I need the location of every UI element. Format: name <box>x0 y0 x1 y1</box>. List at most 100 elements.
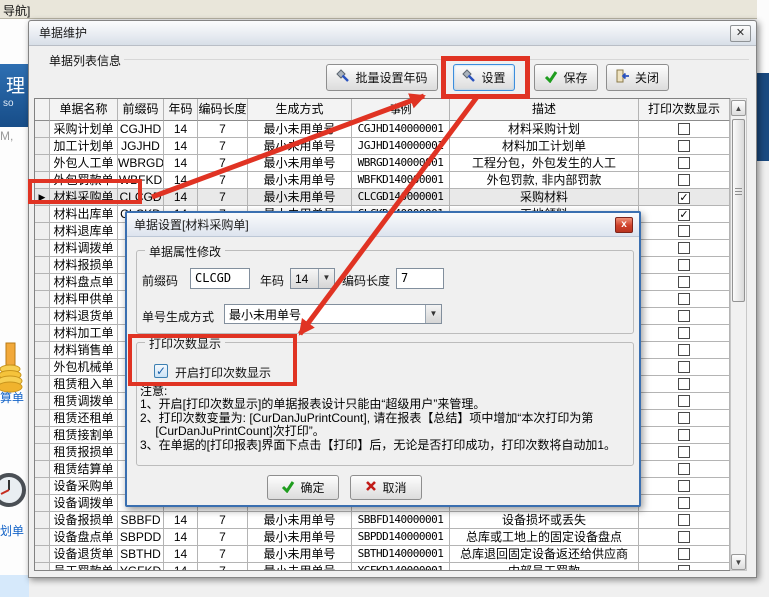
row-print-count-checkbox[interactable] <box>678 123 690 135</box>
row-print-count-checkbox[interactable] <box>678 310 690 322</box>
scroll-up-button[interactable]: ▲ <box>731 100 746 116</box>
table-cell[interactable]: 租赁结算单 <box>50 461 118 478</box>
row-marker-cell[interactable] <box>35 546 50 563</box>
save-button[interactable]: 保存 <box>534 64 598 91</box>
table-cell[interactable]: JGJHD <box>118 138 164 155</box>
table-cell[interactable]: 设备损坏或丢失 <box>450 512 639 529</box>
ok-button[interactable]: 确定 <box>267 475 339 500</box>
table-cell[interactable]: 材料调拨单 <box>50 240 118 257</box>
row-print-count-checkbox[interactable] <box>678 446 690 458</box>
table-cell[interactable]: 最小未用单号 <box>248 512 352 529</box>
row-marker-cell[interactable] <box>35 410 50 427</box>
table-cell[interactable]: 材料加工单 <box>50 325 118 342</box>
table-cell[interactable]: 租赁租入单 <box>50 376 118 393</box>
close-button[interactable]: 关闭 <box>606 64 669 91</box>
table-cell[interactable]: 员工罚款单 <box>50 563 118 571</box>
table-row[interactable]: 外包罚款单WBFKD147最小未用单号WBFKD140000001外包罚款, 非… <box>35 172 730 189</box>
row-print-count-checkbox[interactable] <box>678 412 690 424</box>
table-row[interactable]: 设备报损单SBBFD147最小未用单号SBBFD140000001设备损坏或丢失 <box>35 512 730 529</box>
year-dropdown[interactable]: 14 ▼ <box>290 268 335 289</box>
table-cell[interactable]: CGJHD140000001 <box>352 121 450 138</box>
row-print-count-checkbox[interactable] <box>678 209 690 221</box>
table-cell[interactable]: 采购计划单 <box>50 121 118 138</box>
table-row[interactable]: 外包人工单WBRGD147最小未用单号WBRGD140000001工程分包，外包… <box>35 155 730 172</box>
row-print-count-checkbox[interactable] <box>678 259 690 271</box>
table-cell[interactable]: 材料甲供单 <box>50 291 118 308</box>
row-marker-cell[interactable] <box>35 206 50 223</box>
row-marker-cell[interactable] <box>35 291 50 308</box>
table-cell[interactable]: 最小未用单号 <box>248 138 352 155</box>
table-cell[interactable]: 最小未用单号 <box>248 189 352 206</box>
row-marker-cell[interactable] <box>35 342 50 359</box>
row-marker-cell[interactable] <box>35 308 50 325</box>
row-print-count-checkbox[interactable] <box>678 242 690 254</box>
table-cell[interactable]: 工程分包，外包发生的人工 <box>450 155 639 172</box>
row-print-count-checkbox[interactable] <box>678 548 690 560</box>
table-cell[interactable]: YGFKD140000001 <box>352 563 450 571</box>
table-cell[interactable]: SBBFD <box>118 512 164 529</box>
scrollbar-thumb[interactable] <box>732 119 745 302</box>
table-cell[interactable]: 14 <box>164 121 198 138</box>
batch-set-year-button[interactable]: 批量设置年码 <box>326 64 438 91</box>
row-marker-cell[interactable] <box>35 478 50 495</box>
table-cell[interactable]: 7 <box>198 121 248 138</box>
table-cell[interactable]: 材料退货单 <box>50 308 118 325</box>
column-header[interactable]: 生成方式 <box>248 99 352 121</box>
scroll-down-button[interactable]: ▼ <box>731 554 746 570</box>
row-marker-cell[interactable] <box>35 325 50 342</box>
row-marker-cell[interactable]: ▶ <box>35 189 50 206</box>
table-cell[interactable]: 材料退库单 <box>50 223 118 240</box>
row-print-count-checkbox[interactable] <box>678 395 690 407</box>
cancel-button[interactable]: 取消 <box>350 475 422 500</box>
row-print-count-checkbox[interactable] <box>678 276 690 288</box>
row-print-count-checkbox[interactable] <box>678 429 690 441</box>
row-print-count-checkbox[interactable] <box>678 531 690 543</box>
table-cell[interactable]: WBFKD <box>118 172 164 189</box>
table-cell[interactable]: 外包人工单 <box>50 155 118 172</box>
table-cell[interactable]: WBRGD140000001 <box>352 155 450 172</box>
row-print-count-checkbox[interactable] <box>678 480 690 492</box>
row-marker-cell[interactable] <box>35 393 50 410</box>
table-cell[interactable]: 内部员工罚款 <box>450 563 639 571</box>
table-cell[interactable]: 最小未用单号 <box>248 172 352 189</box>
table-cell[interactable]: 14 <box>164 189 198 206</box>
table-cell[interactable]: 设备报损单 <box>50 512 118 529</box>
table-cell[interactable]: 14 <box>164 172 198 189</box>
row-print-count-checkbox[interactable] <box>678 293 690 305</box>
table-cell[interactable]: 租赁还租单 <box>50 410 118 427</box>
table-cell[interactable]: 最小未用单号 <box>248 121 352 138</box>
row-marker-cell[interactable] <box>35 223 50 240</box>
table-cell[interactable]: 7 <box>198 529 248 546</box>
table-cell[interactable]: WBRGD <box>118 155 164 172</box>
table-cell[interactable]: 外包罚款, 非内部罚款 <box>450 172 639 189</box>
row-marker-cell[interactable] <box>35 240 50 257</box>
vertical-scrollbar[interactable]: ▲ ▼ <box>730 98 747 571</box>
row-print-count-checkbox[interactable] <box>678 463 690 475</box>
table-row[interactable]: 采购计划单CGJHD147最小未用单号CGJHD140000001材料采购计划 <box>35 121 730 138</box>
column-header[interactable]: 编码长度 <box>198 99 248 121</box>
table-cell[interactable]: 14 <box>164 155 198 172</box>
table-cell[interactable]: 7 <box>198 563 248 571</box>
table-cell[interactable]: 14 <box>164 512 198 529</box>
table-cell[interactable]: 采购材料 <box>450 189 639 206</box>
column-header[interactable]: 前缀码 <box>118 99 164 121</box>
table-cell[interactable]: 最小未用单号 <box>248 155 352 172</box>
row-print-count-checkbox[interactable] <box>678 140 690 152</box>
row-marker-cell[interactable] <box>35 427 50 444</box>
window-title-bar[interactable]: 单据维护 <box>29 21 756 46</box>
table-cell[interactable]: 设备采购单 <box>50 478 118 495</box>
enable-print-count-checkbox[interactable] <box>154 364 168 378</box>
table-cell[interactable]: 14 <box>164 529 198 546</box>
table-cell[interactable]: SBPDD140000001 <box>352 529 450 546</box>
row-print-count-checkbox[interactable] <box>678 174 690 186</box>
row-marker-cell[interactable] <box>35 138 50 155</box>
table-cell[interactable]: CGJHD <box>118 121 164 138</box>
table-cell[interactable]: 材料采购计划 <box>450 121 639 138</box>
column-header[interactable]: 单据名称 <box>50 99 118 121</box>
sidebar-item-label[interactable]: 划单 <box>0 522 28 539</box>
row-marker-cell[interactable] <box>35 359 50 376</box>
row-marker-cell[interactable] <box>35 444 50 461</box>
row-print-count-checkbox[interactable] <box>678 497 690 509</box>
table-cell[interactable]: 租赁报损单 <box>50 444 118 461</box>
row-print-count-checkbox[interactable] <box>678 157 690 169</box>
